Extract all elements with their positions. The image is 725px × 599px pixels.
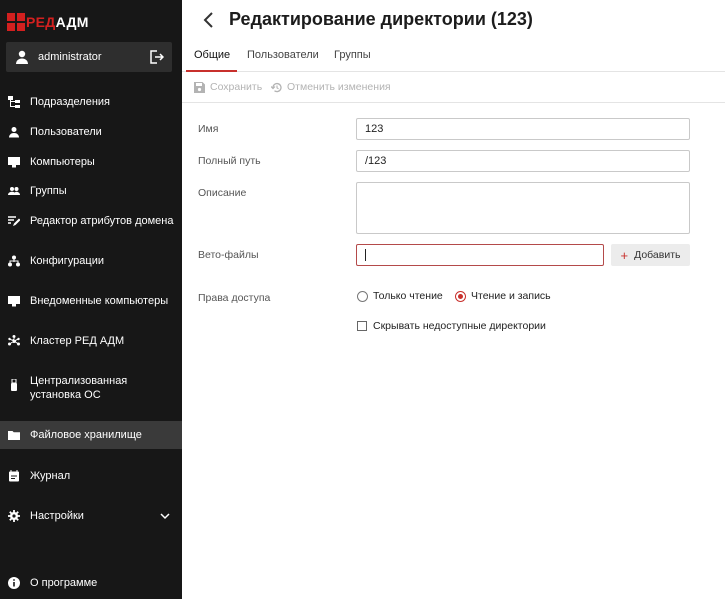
tab-bar: Общие Пользователи Группы bbox=[182, 46, 725, 72]
edit-attributes-icon bbox=[8, 216, 20, 226]
cancel-changes-label: Отменить изменения bbox=[287, 81, 391, 93]
sidebar-item-label: Настройки bbox=[30, 510, 84, 522]
cancel-changes-button[interactable]: Отменить изменения bbox=[271, 81, 391, 93]
sidebar-item-non-domain-computers[interactable]: Внедоменные компьютеры bbox=[0, 294, 182, 310]
sidebar-item-label: Группы bbox=[30, 185, 67, 197]
radio-label: Только чтение bbox=[373, 290, 443, 302]
gear-icon bbox=[8, 510, 20, 522]
radio-label: Чтение и запись bbox=[471, 290, 551, 302]
radio-read-write[interactable]: Чтение и запись bbox=[455, 290, 551, 302]
chevron-down-icon bbox=[160, 513, 170, 520]
sidebar-item-groups[interactable]: Группы bbox=[0, 184, 182, 200]
tab-general[interactable]: Общие bbox=[194, 49, 230, 72]
org-structure-icon bbox=[8, 96, 20, 108]
logo-text: РЕДАДМ bbox=[26, 14, 89, 30]
journal-icon bbox=[9, 470, 19, 482]
description-field[interactable] bbox=[356, 182, 690, 234]
toolbar: Сохранить Отменить изменения bbox=[182, 72, 725, 103]
sidebar-item-departments[interactable]: Подразделения bbox=[0, 95, 182, 111]
veto-files-label: Вето-файлы bbox=[198, 249, 259, 261]
username: administrator bbox=[38, 51, 102, 63]
sidebar-item-journal[interactable]: Журнал bbox=[0, 469, 182, 485]
back-arrow-icon[interactable] bbox=[202, 11, 216, 29]
folder-icon bbox=[8, 431, 20, 440]
group-icon bbox=[8, 187, 20, 195]
sidebar-item-label: Централизованная установка ОС bbox=[30, 375, 128, 401]
full-path-field[interactable]: /123 bbox=[356, 150, 690, 172]
configuration-icon bbox=[8, 255, 20, 267]
hide-unavailable-checkbox[interactable] bbox=[357, 321, 367, 331]
sidebar-item-configurations[interactable]: Конфигурации bbox=[0, 254, 182, 270]
user-avatar-icon bbox=[16, 50, 28, 64]
sidebar-item-label: Конфигурации bbox=[30, 255, 105, 267]
sidebar-item-users[interactable]: Пользователи bbox=[0, 125, 182, 141]
checkbox-label: Скрывать недоступные директории bbox=[373, 320, 546, 332]
save-button[interactable]: Сохранить bbox=[194, 81, 262, 93]
add-label: Добавить bbox=[634, 249, 681, 261]
page-title: Редактирование директории (123) bbox=[229, 9, 533, 29]
name-label: Имя bbox=[198, 123, 219, 135]
text-cursor bbox=[365, 249, 366, 261]
logo-icon bbox=[7, 13, 25, 31]
usb-install-icon bbox=[11, 379, 17, 391]
info-icon bbox=[8, 577, 20, 589]
sidebar-item-cluster[interactable]: Кластер РЕД АДМ bbox=[0, 334, 182, 350]
sidebar-item-label: Внедоменные компьютеры bbox=[30, 295, 169, 307]
radio-button[interactable] bbox=[357, 290, 368, 302]
sidebar-item-settings[interactable]: Настройки bbox=[0, 509, 182, 525]
sidebar-item-label: Журнал bbox=[30, 470, 71, 482]
sidebar: РЕДАДМ administrator Подразделения Польз… bbox=[0, 0, 182, 599]
sidebar-item-label: Файловое хранилище bbox=[30, 429, 142, 441]
logo: РЕДАДМ bbox=[7, 13, 89, 31]
description-label: Описание bbox=[198, 187, 247, 199]
user-icon bbox=[9, 127, 19, 138]
add-veto-file-button[interactable]: + Добавить bbox=[611, 244, 690, 266]
radio-read-only[interactable]: Только чтение bbox=[357, 290, 443, 302]
sidebar-item-label: Кластер РЕД АДМ bbox=[30, 335, 125, 347]
sidebar-item-domain-attributes[interactable]: Редактор атрибутов домена bbox=[0, 214, 182, 230]
monitor-icon bbox=[8, 296, 20, 307]
sidebar-item-label: Подразделения bbox=[30, 96, 110, 108]
main-content: Редактирование директории (123) Общие По… bbox=[182, 0, 725, 599]
sidebar-item-label: Редактор атрибутов домена bbox=[30, 215, 174, 227]
plus-icon: + bbox=[620, 247, 629, 263]
tab-groups[interactable]: Группы bbox=[334, 49, 371, 72]
cluster-icon bbox=[8, 335, 20, 346]
page-header: Редактирование директории (123) bbox=[182, 0, 725, 40]
sidebar-item-about[interactable]: О программе bbox=[0, 576, 182, 592]
sidebar-item-os-install[interactable]: Централизованная установка ОС bbox=[0, 374, 182, 404]
sidebar-item-computers[interactable]: Компьютеры bbox=[0, 155, 182, 171]
hide-unavailable-checkbox-row[interactable]: Скрывать недоступные директории bbox=[357, 320, 546, 332]
user-panel: administrator bbox=[6, 42, 172, 72]
full-path-label: Полный путь bbox=[198, 155, 261, 167]
name-field[interactable]: 123 bbox=[356, 118, 690, 140]
monitor-icon bbox=[8, 157, 20, 168]
radio-button-selected[interactable] bbox=[455, 290, 466, 302]
sidebar-item-label: Компьютеры bbox=[30, 156, 95, 168]
save-label: Сохранить bbox=[210, 81, 263, 93]
sidebar-item-label: Пользователи bbox=[30, 126, 102, 138]
sidebar-item-label: О программе bbox=[30, 577, 98, 589]
veto-files-input[interactable] bbox=[356, 244, 604, 266]
history-icon bbox=[271, 82, 282, 92]
access-rights-label: Права доступа bbox=[198, 292, 271, 304]
logout-icon[interactable] bbox=[148, 49, 164, 65]
save-icon bbox=[194, 81, 205, 93]
tab-users[interactable]: Пользователи bbox=[247, 49, 319, 72]
sidebar-item-file-storage[interactable]: Файловое хранилище bbox=[0, 421, 182, 449]
